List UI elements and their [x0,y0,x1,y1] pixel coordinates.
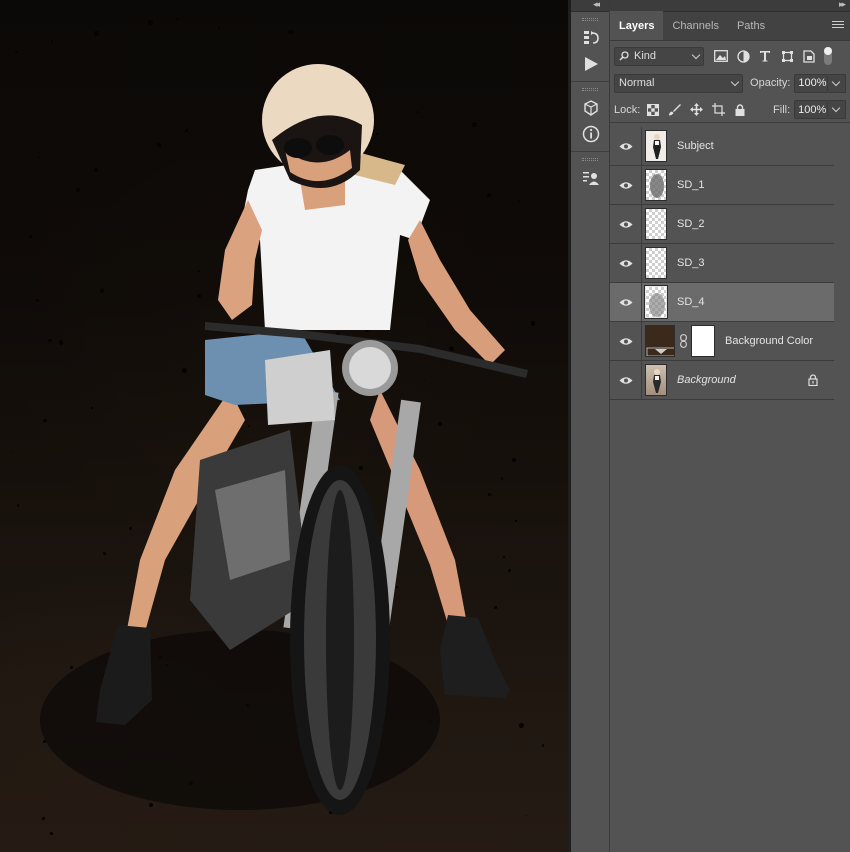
fill-dropdown[interactable] [828,100,846,119]
tool-separator [571,81,609,82]
blend-row: Normal Opacity: 100% [610,70,850,96]
layer-thumbnail [645,208,667,240]
properties-icon[interactable] [571,165,610,191]
lock-all-icon[interactable] [729,100,751,119]
layer-name: SD_2 [677,218,705,230]
visibility-eye-icon[interactable] [610,204,642,244]
collapse-left-icon[interactable]: ◂◂ [593,0,600,10]
tool-separator [571,151,609,152]
pixel-layer-filter-icon[interactable] [710,47,732,66]
chevron-down-icon [730,77,740,86]
layer-row-sd-4[interactable]: SD_4 [610,282,834,322]
layer-name: SD_3 [677,257,705,269]
shape-layer-filter-icon[interactable] [776,47,798,66]
info-icon[interactable] [571,121,610,147]
canvas-photo [40,64,528,815]
visibility-eye-icon[interactable] [610,126,642,166]
visibility-eye-icon[interactable] [610,321,642,361]
layers-panel: ▸▸ Layers Channels Paths Kind Normal Opa… [610,0,850,852]
panel-tabs: Layers Channels Paths [610,11,850,41]
history-icon[interactable] [571,25,610,51]
lock-artboard-icon[interactable] [708,100,730,119]
tab-layers[interactable]: Layers [610,11,664,40]
fill-field[interactable]: 100% [794,100,829,119]
blend-mode-value: Normal [619,77,655,89]
actions-play-icon[interactable] [571,51,610,77]
layer-thumbnail [645,130,667,162]
visibility-eye-icon[interactable] [610,165,642,205]
layer-row-sd-2[interactable]: SD_2 [610,204,834,244]
chevron-down-icon [832,77,841,86]
layer-name: Background [677,374,736,386]
visibility-eye-icon[interactable] [610,360,642,400]
opacity-label: Opacity: [750,77,791,89]
layers-scrollbar[interactable] [834,127,850,852]
strip-topbar: ◂◂ [571,0,609,12]
collapse-right-icon[interactable]: ▸▸ [839,0,846,10]
panel-menu-icon[interactable] [832,21,844,31]
layer-mask-thumbnail[interactable] [691,325,715,357]
layer-name: Subject [677,140,714,152]
type-layer-filter-icon[interactable] [754,47,776,66]
layer-locked-icon [808,374,818,389]
lock-position-move-icon[interactable] [686,100,708,119]
tab-channels[interactable]: Channels [663,11,727,40]
filter-kind-label: Kind [634,50,657,62]
strip-grip[interactable] [582,88,598,91]
layer-thumbnail [645,169,667,201]
layer-list: Subject SD_1 SD_2 SD_3 SD_4 Background C… [610,126,834,400]
visibility-eye-icon[interactable] [610,243,642,283]
document-canvas[interactable] [0,0,568,852]
filter-toggle-switch[interactable] [824,47,832,65]
opacity-field[interactable]: 100% [794,73,829,93]
lock-image-pixels-brush-icon[interactable] [664,100,686,119]
layer-thumbnail [645,364,667,396]
filter-kind-select[interactable]: Kind [614,46,704,66]
panel-icon-strip: ◂◂ [571,0,610,852]
lock-label: Lock: [614,103,641,116]
layer-row-background-color[interactable]: Background Color [610,321,834,361]
layer-mask-link-icon[interactable] [678,334,688,348]
lock-row: Lock: Fill: 100% [610,97,850,123]
layer-name: SD_1 [677,179,705,191]
layer-row-subject[interactable]: Subject [610,126,834,166]
layer-row-background[interactable]: Background [610,360,834,400]
visibility-eye-icon[interactable] [610,282,642,322]
fill-value: 100% [798,103,827,116]
layer-row-sd-3[interactable]: SD_3 [610,243,834,283]
layer-name: Background Color [725,335,814,347]
fill-label: Fill: [773,103,791,116]
layer-name: SD_4 [677,296,705,308]
adjustment-layer-filter-icon[interactable] [732,47,754,66]
strip-grip[interactable] [582,18,598,21]
smart-object-filter-icon[interactable] [798,47,820,66]
strip-grip[interactable] [582,158,598,161]
opacity-value: 100% [798,77,827,89]
chevron-down-icon [691,50,701,59]
tab-paths[interactable]: Paths [728,11,774,40]
opacity-dropdown[interactable] [828,73,846,93]
layer-thumbnail [645,247,667,279]
fill-color-thumbnail[interactable] [645,325,675,357]
blend-mode-select[interactable]: Normal [614,73,744,93]
lock-transparent-pixels-icon[interactable] [642,100,664,119]
filter-row: Kind [610,43,850,69]
chevron-down-icon [831,103,841,113]
layer-row-sd-1[interactable]: SD_1 [610,165,834,205]
search-icon [619,51,629,61]
layer-thumbnail [644,285,668,319]
3d-cube-icon[interactable] [571,95,610,121]
